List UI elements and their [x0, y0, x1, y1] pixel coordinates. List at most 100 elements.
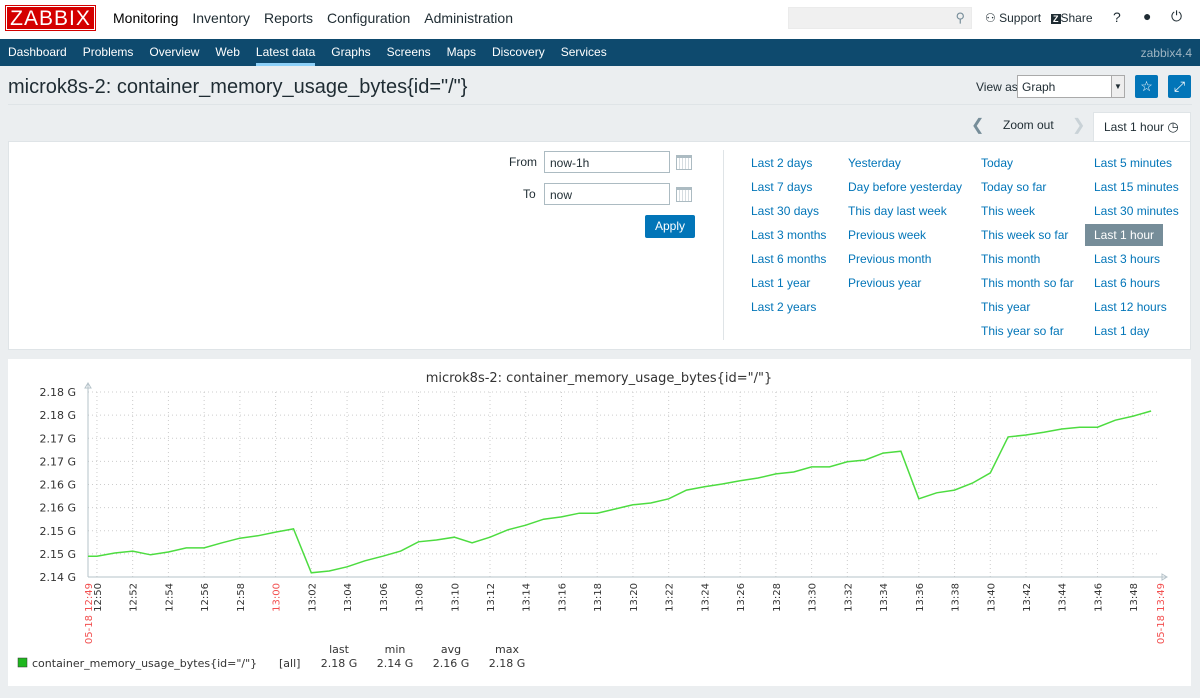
submenu-maps[interactable]: Maps: [439, 39, 484, 66]
legend-header: min: [385, 643, 406, 656]
submenu-services[interactable]: Services: [553, 39, 615, 66]
quick-range-link[interactable]: Last 1 day: [1094, 324, 1149, 338]
version-label: zabbix4.4: [1140, 46, 1192, 60]
x-tick-label: 12:52: [129, 583, 140, 612]
quick-range-link[interactable]: Last 2 years: [751, 300, 816, 314]
prev-period-button[interactable]: ❮: [971, 115, 984, 135]
zoom-out-button[interactable]: Zoom out: [1003, 118, 1054, 132]
y-tick-label: 2.16 G: [39, 502, 76, 515]
x-tick-label: 13:32: [843, 583, 854, 612]
chart-title: microk8s-2: container_memory_usage_bytes…: [426, 371, 773, 386]
x-tick-label: 13:34: [879, 583, 890, 612]
x-tick-label: 13:12: [486, 583, 497, 612]
quick-range-link[interactable]: Last 30 minutes: [1094, 204, 1179, 218]
x-tick-label: 13:14: [522, 583, 533, 612]
user-icon[interactable]: ●: [1143, 8, 1151, 24]
quick-range-link[interactable]: Last 2 days: [751, 156, 812, 170]
submenu-graphs[interactable]: Graphs: [323, 39, 378, 66]
menu-reports[interactable]: Reports: [257, 0, 320, 36]
divider: [723, 150, 724, 340]
quick-range-link[interactable]: Last 30 days: [751, 204, 819, 218]
x-edge-label: 05-18 13:49: [1156, 583, 1167, 644]
from-input[interactable]: now-1h: [544, 151, 670, 173]
x-tick-label: 13:44: [1058, 583, 1069, 612]
help-icon[interactable]: ?: [1113, 9, 1121, 25]
share-label: Share: [1060, 11, 1093, 25]
menu-administration[interactable]: Administration: [417, 0, 520, 36]
quick-range-link[interactable]: Last 15 minutes: [1094, 180, 1179, 194]
y-tick-label: 2.16 G: [39, 479, 76, 492]
quick-range-link[interactable]: Last 3 hours: [1094, 252, 1160, 266]
share-link[interactable]: Z Share: [1051, 11, 1093, 25]
quick-range-link[interactable]: Today so far: [981, 180, 1046, 194]
quick-range-link[interactable]: Last 5 minutes: [1094, 156, 1172, 170]
x-tick-label: 13:20: [629, 583, 640, 612]
view-as-select[interactable]: Graph ▼: [1017, 75, 1125, 98]
x-edge-label: 05-18 12:49: [84, 583, 95, 644]
next-period-button[interactable]: ❯: [1072, 115, 1085, 135]
quick-range-link[interactable]: Last 12 hours: [1094, 300, 1167, 314]
quick-range-link[interactable]: Last 7 days: [751, 180, 812, 194]
logout-icon[interactable]: ⏻: [1171, 8, 1182, 25]
quick-range-link[interactable]: Last 1 hour: [1085, 224, 1164, 246]
x-tick-label: 13:38: [951, 583, 962, 612]
clock-icon: ◷: [1167, 119, 1179, 134]
x-tick-label: 13:26: [736, 583, 747, 612]
menu-configuration[interactable]: Configuration: [320, 0, 417, 36]
calendar-icon[interactable]: [676, 155, 692, 170]
main-menu: Monitoring Inventory Reports Configurati…: [106, 0, 520, 36]
legend-value: 2.14 G: [377, 657, 414, 670]
quick-range-link[interactable]: This week: [981, 204, 1035, 218]
search-input[interactable]: ⚲: [788, 7, 972, 29]
to-label: To: [523, 187, 536, 201]
zabbix-logo[interactable]: ZABBIX: [5, 5, 96, 31]
y-tick-label: 2.17 G: [39, 455, 76, 468]
support-link[interactable]: ⚇ Support: [985, 11, 1041, 25]
legend-series-name: container_memory_usage_bytes{id="/"}: [32, 657, 257, 670]
x-tick-label: 13:46: [1093, 583, 1104, 612]
quick-range-link[interactable]: Previous year: [848, 276, 921, 290]
quick-range-link[interactable]: Day before yesterday: [848, 180, 962, 194]
quick-range-link[interactable]: Last 6 hours: [1094, 276, 1160, 290]
calendar-icon[interactable]: [676, 187, 692, 202]
chevron-down-icon: ▼: [1111, 76, 1124, 97]
favorite-button[interactable]: ☆: [1135, 75, 1158, 98]
quick-range-link[interactable]: Last 3 months: [751, 228, 826, 242]
y-tick-label: 2.18 G: [39, 386, 76, 399]
menu-monitoring[interactable]: Monitoring: [106, 0, 185, 36]
submenu-dashboard[interactable]: Dashboard: [0, 39, 75, 66]
quick-range-link[interactable]: Last 6 months: [751, 252, 826, 266]
quick-range-link[interactable]: This day last week: [848, 204, 947, 218]
quick-range-link[interactable]: This week so far: [981, 228, 1068, 242]
x-tick-label: 13:16: [557, 583, 568, 612]
quick-range-link[interactable]: This year so far: [981, 324, 1064, 338]
memory-chart[interactable]: microk8s-2: container_memory_usage_bytes…: [8, 359, 1191, 686]
quick-range-link[interactable]: Previous week: [848, 228, 926, 242]
quick-range-link[interactable]: Previous month: [848, 252, 931, 266]
quick-range-link[interactable]: Yesterday: [848, 156, 901, 170]
quick-range-link[interactable]: This month so far: [981, 276, 1074, 290]
quick-range-link[interactable]: This month: [981, 252, 1040, 266]
quick-range-link[interactable]: Last 1 year: [751, 276, 810, 290]
quick-range-link[interactable]: This year: [981, 300, 1030, 314]
legend-header: avg: [441, 643, 461, 656]
submenu-screens[interactable]: Screens: [379, 39, 439, 66]
support-label: Support: [999, 11, 1042, 25]
x-tick-label: 12:58: [236, 583, 247, 612]
time-tab-label: Last 1 hour: [1104, 120, 1165, 134]
star-icon: ☆: [1140, 78, 1153, 94]
search-icon[interactable]: ⚲: [955, 10, 965, 26]
fullscreen-button[interactable]: ⤢: [1168, 75, 1191, 98]
submenu-latest-data[interactable]: Latest data: [248, 39, 323, 66]
to-input[interactable]: now: [544, 183, 670, 205]
quick-range-link[interactable]: Today: [981, 156, 1013, 170]
submenu-discovery[interactable]: Discovery: [484, 39, 553, 66]
time-tab[interactable]: Last 1 hour ◷: [1093, 112, 1191, 142]
submenu-overview[interactable]: Overview: [141, 39, 207, 66]
legend-header: last: [329, 643, 350, 656]
menu-inventory[interactable]: Inventory: [185, 0, 257, 36]
submenu-problems[interactable]: Problems: [75, 39, 142, 66]
apply-button[interactable]: Apply: [645, 215, 695, 238]
submenu-web[interactable]: Web: [207, 39, 247, 66]
x-tick-label: 13:30: [808, 583, 819, 612]
